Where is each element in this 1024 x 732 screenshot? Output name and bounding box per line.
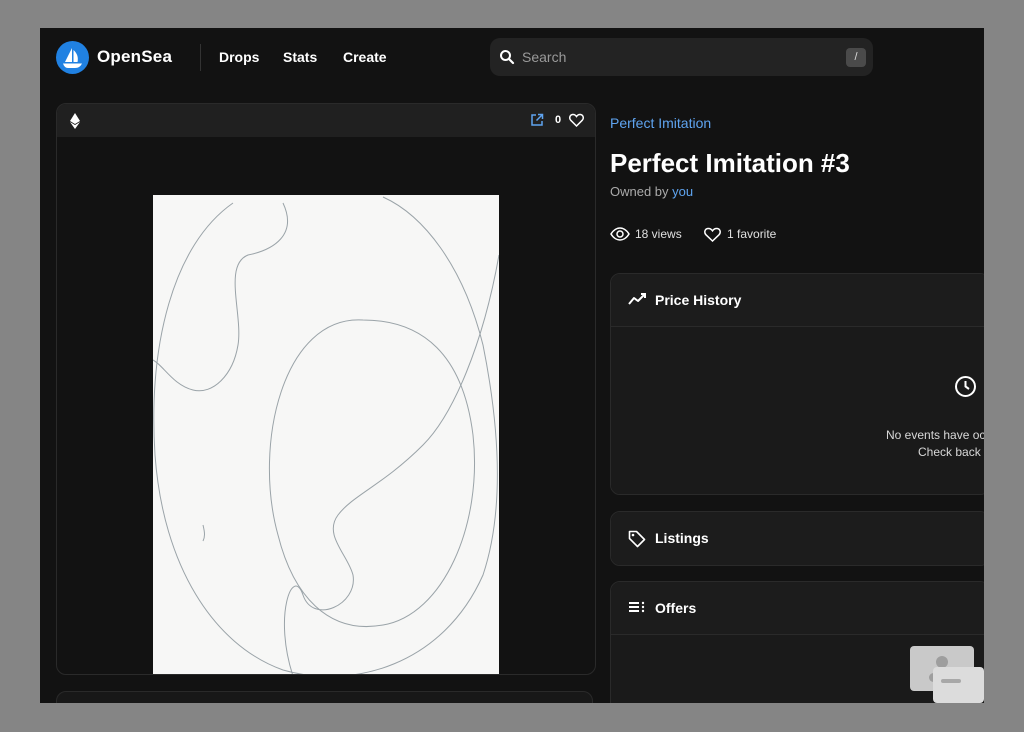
search-bar[interactable]: /	[490, 38, 873, 76]
clock-icon	[954, 375, 977, 403]
tag-icon	[628, 530, 646, 553]
search-shortcut-key: /	[846, 48, 866, 67]
price-history-panel: Price History No events have oc Check ba…	[610, 273, 984, 495]
app-window: OpenSea Drops Stats Create / 0	[40, 28, 984, 703]
empty-state-hint: Check back	[918, 445, 981, 459]
offers-header[interactable]: Offers	[611, 582, 984, 635]
brand-name[interactable]: OpenSea	[97, 47, 172, 67]
opensea-logo-icon[interactable]	[56, 41, 89, 74]
listings-panel: Listings	[610, 511, 984, 566]
empty-state-message: No events have oc	[886, 428, 984, 442]
media-card: 0	[56, 103, 596, 675]
eye-icon	[610, 227, 630, 246]
details-card	[56, 691, 593, 703]
listings-title: Listings	[655, 530, 709, 546]
price-history-header[interactable]: Price History	[611, 274, 984, 327]
nav-divider	[200, 44, 201, 71]
price-history-body: No events have oc Check back	[611, 327, 984, 494]
search-input[interactable]	[522, 38, 822, 76]
heart-icon[interactable]	[704, 227, 721, 247]
external-link-icon[interactable]	[530, 113, 544, 132]
nft-artwork-image[interactable]	[153, 195, 499, 674]
favorites-count: 1 favorite	[727, 227, 777, 241]
owner-link[interactable]: you	[672, 184, 693, 199]
views-count: 18 views	[635, 227, 682, 241]
nav-stats[interactable]: Stats	[283, 49, 317, 65]
media-card-header: 0	[57, 104, 595, 137]
favorite-count: 0	[555, 114, 562, 126]
listings-header[interactable]: Listings	[611, 512, 984, 565]
list-icon	[628, 600, 646, 619]
nav-drops[interactable]: Drops	[219, 49, 259, 65]
empty-offers-illustration-icon	[909, 645, 984, 703]
offers-title: Offers	[655, 600, 697, 616]
price-history-title: Price History	[655, 292, 742, 308]
heart-icon[interactable]	[569, 113, 584, 132]
owned-by-label: Owned by	[610, 184, 669, 199]
item-title: Perfect Imitation #3	[610, 148, 850, 178]
ethereum-icon	[70, 113, 80, 134]
search-icon	[499, 49, 515, 70]
trending-icon	[628, 292, 647, 311]
collection-link[interactable]: Perfect Imitation	[610, 115, 711, 131]
nav-create[interactable]: Create	[343, 49, 387, 65]
owned-by: Owned by you	[610, 184, 693, 199]
